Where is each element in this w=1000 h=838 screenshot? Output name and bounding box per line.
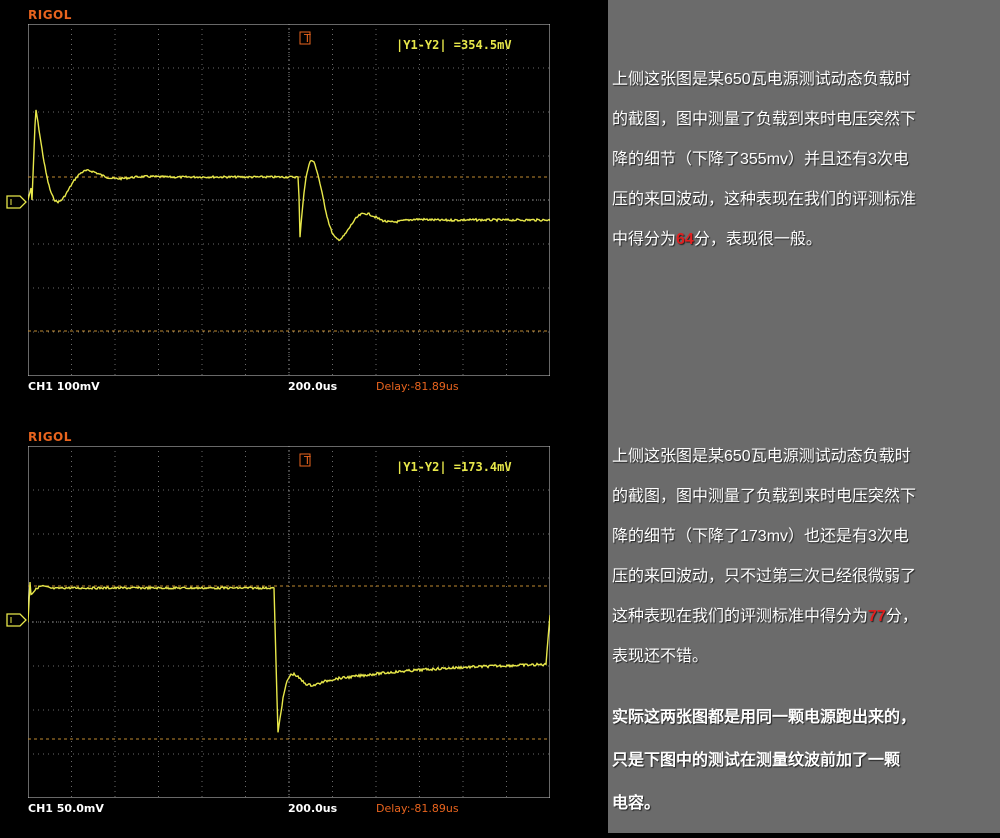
channel-scale: CH1 100mV <box>28 380 100 393</box>
note-1: 上侧这张图是某650瓦电源测试动态负载时 的截图，图中测量了负载到来时电压突然下… <box>612 60 997 260</box>
measurement-readout: |Y1-Y2| =173.4mV <box>396 460 512 474</box>
oscilloscope-panel: RIGOL T |Y1-Y2| =354.5mV CH1 100mV 200.0… <box>0 0 608 833</box>
measurement-readout: |Y1-Y2| =354.5mV <box>396 38 512 52</box>
scope-capture-2: RIGOL T |Y1-Y2| =173.4mV CH1 50.0mV 200.… <box>0 422 608 838</box>
channel-scale: CH1 50.0mV <box>28 802 104 815</box>
delay-readout: Delay:-81.89us <box>376 380 459 393</box>
scope-capture-1: RIGOL T |Y1-Y2| =354.5mV CH1 100mV 200.0… <box>0 0 608 416</box>
note-line: 压的来回波动，这种表现在我们的评测标准 <box>612 191 917 208</box>
conclusion-line: 只是下图中的测试在测量纹波前加了一颗 <box>612 752 901 769</box>
timebase: 200.0us <box>288 380 338 393</box>
note-line: 上侧这张图是某650瓦电源测试动态负载时 <box>612 71 911 88</box>
scope-brand: RIGOL <box>28 8 72 22</box>
note-line: 压的来回波动，只不过第三次已经很微弱了 <box>612 568 917 585</box>
conclusion-line: 实际这两张图都是用同一颗电源跑出来的， <box>612 709 917 726</box>
timebase: 200.0us <box>288 802 338 815</box>
note-line: 中得分为64分，表现很一般。 <box>612 231 822 248</box>
score-value: 64 <box>676 231 694 248</box>
note-2: 上侧这张图是某650瓦电源测试动态负载时 的截图，图中测量了负载到来时电压突然下… <box>612 437 997 677</box>
note-line: 降的细节（下降了355mv）并且还有3次电 <box>612 151 909 168</box>
scope-screen: T |Y1-Y2| =354.5mV <box>28 24 550 376</box>
note-line: 表现还不错。 <box>612 648 709 665</box>
waveform-grid: T <box>28 446 550 798</box>
conclusion: 实际这两张图都是用同一颗电源跑出来的， 只是下图中的测试在测量纹波前加了一颗 电… <box>612 696 997 825</box>
waveform-grid: T <box>28 24 550 376</box>
score-value: 77 <box>868 608 886 625</box>
channel-marker-icon <box>6 613 27 627</box>
note-line: 降的细节（下降了173mv）也还是有3次电 <box>612 528 909 545</box>
scope-screen: T |Y1-Y2| =173.4mV <box>28 446 550 798</box>
delay-readout: Delay:-81.89us <box>376 802 459 815</box>
note-line: 的截图，图中测量了负载到来时电压突然下 <box>612 488 917 505</box>
channel-marker-icon <box>6 195 27 209</box>
note-line: 上侧这张图是某650瓦电源测试动态负载时 <box>612 448 911 465</box>
scope-brand: RIGOL <box>28 430 72 444</box>
conclusion-line: 电容。 <box>612 795 661 812</box>
note-line: 的截图，图中测量了负载到来时电压突然下 <box>612 111 917 128</box>
note-line: 这种表现在我们的评测标准中得分为77分， <box>612 608 918 625</box>
